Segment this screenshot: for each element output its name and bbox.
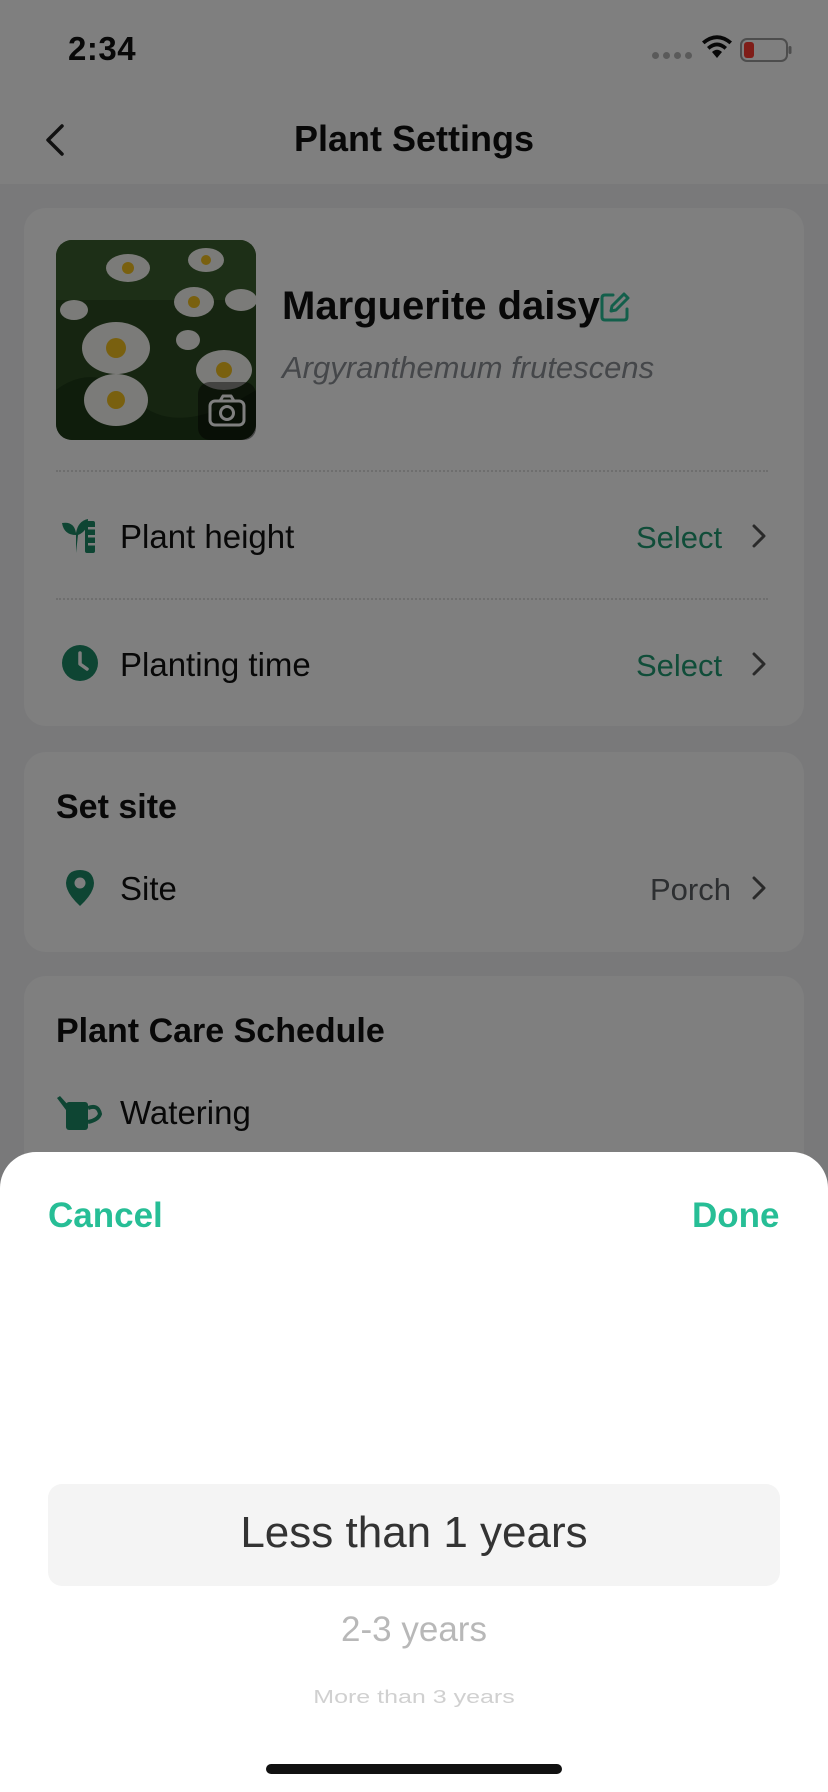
picker-option[interactable]: More than 3 years bbox=[48, 1687, 780, 1708]
cancel-button[interactable]: Cancel bbox=[48, 1196, 163, 1236]
picker-option-selected[interactable]: Less than 1 years bbox=[48, 1508, 780, 1558]
done-button[interactable]: Done bbox=[692, 1196, 780, 1236]
picker-option[interactable]: 2-3 years bbox=[48, 1610, 780, 1650]
home-indicator bbox=[266, 1764, 562, 1774]
